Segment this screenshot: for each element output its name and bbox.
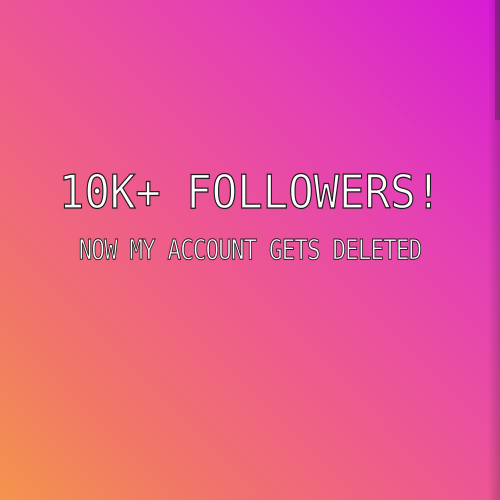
- subline-text: NOW MY ACCOUNT GETS DELETED: [78, 233, 422, 267]
- story-canvas: 10K+ FOLLOWERS! NOW MY ACCOUNT GETS DELE…: [0, 0, 500, 500]
- edge-indicator: [495, 0, 500, 120]
- headline-text: 10K+ FOLLOWERS!: [58, 164, 442, 219]
